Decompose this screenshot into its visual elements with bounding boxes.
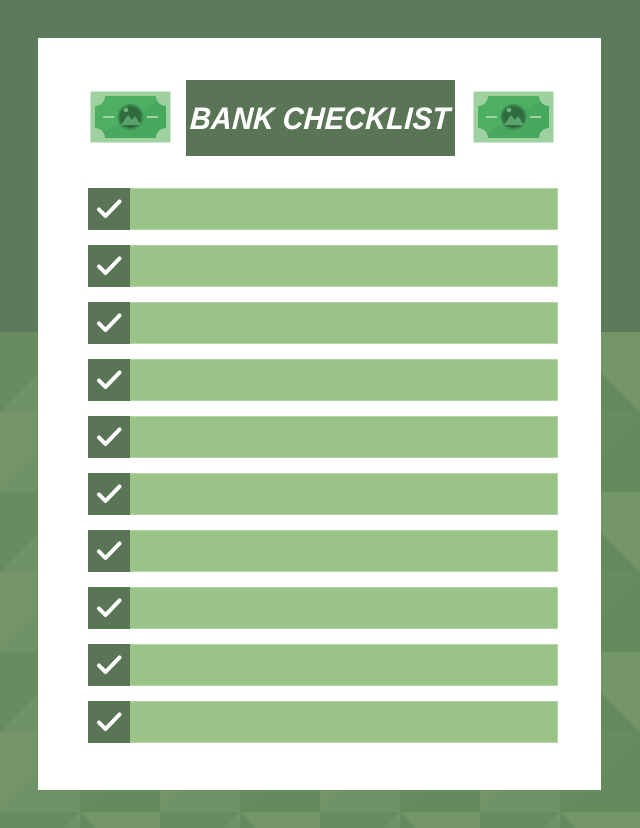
checkbox-2[interactable] xyxy=(88,245,130,287)
checklist-item-field[interactable] xyxy=(130,416,558,458)
check-mark-icon xyxy=(97,313,122,332)
checklist-item-field[interactable] xyxy=(130,245,558,287)
checklist-row[interactable] xyxy=(88,701,558,743)
checklist-item-field[interactable] xyxy=(130,302,558,344)
header: BANK CHECKLIST xyxy=(38,80,601,156)
check-mark-icon xyxy=(97,598,122,617)
check-mark-icon xyxy=(97,256,122,275)
checkbox-9[interactable] xyxy=(88,644,130,686)
checklist-item-field[interactable] xyxy=(130,644,558,686)
checklist-row[interactable] xyxy=(88,530,558,572)
check-mark-icon xyxy=(97,427,122,446)
checkbox-6[interactable] xyxy=(88,473,130,515)
checkbox-7[interactable] xyxy=(88,530,130,572)
check-mark-icon xyxy=(97,541,122,560)
checklist-item-field[interactable] xyxy=(130,188,558,230)
checklist-row[interactable] xyxy=(88,644,558,686)
check-mark-icon xyxy=(97,484,122,503)
checklist-row[interactable] xyxy=(88,473,558,515)
checklist-row[interactable] xyxy=(88,188,558,230)
money-bill-icon-left xyxy=(90,91,171,143)
checklist-item-field[interactable] xyxy=(130,473,558,515)
checklist-row[interactable] xyxy=(88,416,558,458)
check-mark-icon xyxy=(97,655,122,674)
checklist-row[interactable] xyxy=(88,359,558,401)
checklist-row[interactable] xyxy=(88,245,558,287)
checklist-item-field[interactable] xyxy=(130,701,558,743)
checklist-row[interactable] xyxy=(88,302,558,344)
money-bill-icon-right xyxy=(473,91,554,143)
checkbox-3[interactable] xyxy=(88,302,130,344)
checklist-item-field[interactable] xyxy=(130,587,558,629)
checklist-item-field[interactable] xyxy=(130,530,558,572)
checkbox-4[interactable] xyxy=(88,359,130,401)
page-sheet: BANK CHECKLIST xyxy=(38,38,601,790)
title-band: BANK CHECKLIST xyxy=(186,80,455,156)
page-title: BANK CHECKLIST xyxy=(189,100,452,136)
checkbox-8[interactable] xyxy=(88,587,130,629)
checklist-row[interactable] xyxy=(88,587,558,629)
check-mark-icon xyxy=(97,199,122,218)
checklist xyxy=(88,188,558,743)
checkbox-10[interactable] xyxy=(88,701,130,743)
check-mark-icon xyxy=(97,712,122,731)
checkbox-1[interactable] xyxy=(88,188,130,230)
checklist-item-field[interactable] xyxy=(130,359,558,401)
checklist-poster: BANK CHECKLIST xyxy=(0,0,640,828)
check-mark-icon xyxy=(97,370,122,389)
checkbox-5[interactable] xyxy=(88,416,130,458)
